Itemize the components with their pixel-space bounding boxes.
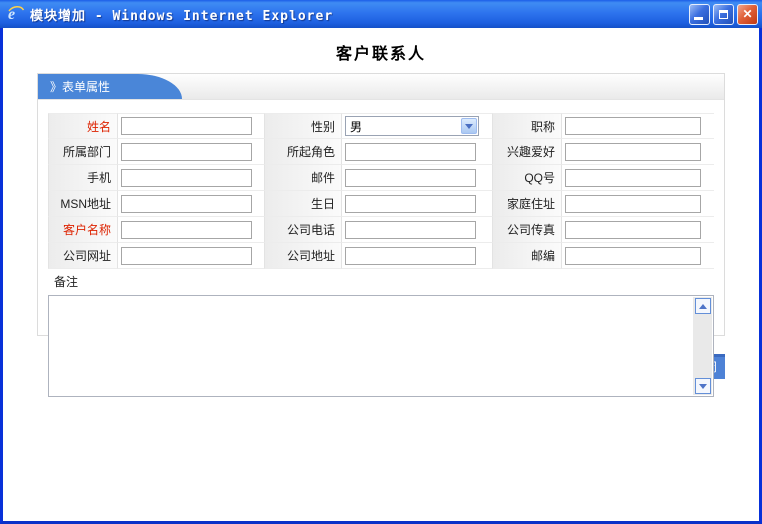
page-content: 客户联系人 》表单属性 姓名 性别 男 <box>3 28 759 521</box>
maximize-button[interactable] <box>713 4 734 25</box>
label-role: 所起角色 <box>264 139 342 165</box>
email-input[interactable] <box>345 169 476 187</box>
field-company-address <box>342 243 492 269</box>
label-company-address: 公司地址 <box>264 243 342 269</box>
company-website-input[interactable] <box>121 247 252 265</box>
minimize-button[interactable] <box>689 4 710 25</box>
field-name <box>118 113 264 139</box>
notes-scrollbar[interactable] <box>693 297 712 395</box>
label-home-address: 家庭住址 <box>492 191 562 217</box>
field-email <box>342 165 492 191</box>
scroll-down-button[interactable] <box>695 378 711 394</box>
label-department: 所属部门 <box>48 139 118 165</box>
field-company-fax <box>562 217 714 243</box>
minimize-icon <box>694 17 703 20</box>
close-icon: ✕ <box>742 8 752 20</box>
label-birthday: 生日 <box>264 191 342 217</box>
name-input[interactable] <box>121 117 252 135</box>
label-company-phone: 公司电话 <box>264 217 342 243</box>
triangle-up-icon <box>699 304 707 309</box>
titlebar[interactable]: e 模块增加 - Windows Internet Explorer ✕ <box>0 0 762 28</box>
label-customer-name: 客户名称 <box>48 217 118 243</box>
tab-form-properties[interactable]: 》表单属性 <box>38 74 136 99</box>
field-hobby <box>562 139 714 165</box>
company-phone-input[interactable] <box>345 221 476 239</box>
gender-select[interactable]: 男 <box>345 116 479 136</box>
field-qq <box>562 165 714 191</box>
company-fax-input[interactable] <box>565 221 701 239</box>
panel-body: 姓名 性别 男 职称 所属部门 所起角色 <box>38 100 724 335</box>
field-job-title <box>562 113 714 139</box>
role-input[interactable] <box>345 143 476 161</box>
field-role <box>342 139 492 165</box>
label-email: 邮件 <box>264 165 342 191</box>
maximize-icon <box>719 10 728 19</box>
field-mobile <box>118 165 264 191</box>
field-department <box>118 139 264 165</box>
ie-logo-icon: e <box>7 5 25 23</box>
postal-code-input[interactable] <box>565 247 701 265</box>
field-gender: 男 <box>342 113 492 139</box>
birthday-input[interactable] <box>345 195 476 213</box>
triangle-down-icon <box>699 384 707 389</box>
customer-name-input[interactable] <box>121 221 252 239</box>
label-company-fax: 公司传真 <box>492 217 562 243</box>
job-title-input[interactable] <box>565 117 701 135</box>
window-controls: ✕ <box>689 4 758 25</box>
label-qq: QQ号 <box>492 165 562 191</box>
hobby-input[interactable] <box>565 143 701 161</box>
page-title: 客户联系人 <box>3 40 759 64</box>
form-panel: 》表单属性 姓名 性别 男 职称 <box>37 73 725 336</box>
label-msn: MSN地址 <box>48 191 118 217</box>
label-postal-code: 邮编 <box>492 243 562 269</box>
ie-window: e 模块增加 - Windows Internet Explorer ✕ 客户联… <box>0 0 762 524</box>
label-name: 姓名 <box>48 113 118 139</box>
field-company-phone <box>342 217 492 243</box>
gender-selected-value: 男 <box>350 118 362 135</box>
field-home-address <box>562 191 714 217</box>
label-mobile: 手机 <box>48 165 118 191</box>
window-title: 模块增加 - Windows Internet Explorer <box>30 5 333 24</box>
mobile-input[interactable] <box>121 169 252 187</box>
qq-input[interactable] <box>565 169 701 187</box>
department-input[interactable] <box>121 143 252 161</box>
field-postal-code <box>562 243 714 269</box>
label-hobby: 兴趣爱好 <box>492 139 562 165</box>
msn-input[interactable] <box>121 195 252 213</box>
field-customer-name <box>118 217 264 243</box>
field-company-website <box>118 243 264 269</box>
notes-textarea[interactable] <box>48 295 714 397</box>
window-close-button[interactable]: ✕ <box>737 4 758 25</box>
label-job-title: 职称 <box>492 113 562 139</box>
label-company-website: 公司网址 <box>48 243 118 269</box>
company-address-input[interactable] <box>345 247 476 265</box>
scroll-up-button[interactable] <box>695 298 711 314</box>
field-birthday <box>342 191 492 217</box>
label-gender: 性别 <box>264 113 342 139</box>
label-notes: 备注 <box>48 269 714 293</box>
tab-bar: 》表单属性 <box>38 74 724 100</box>
field-msn <box>118 191 264 217</box>
chevron-down-icon[interactable] <box>461 118 477 134</box>
home-address-input[interactable] <box>565 195 701 213</box>
form-table: 姓名 性别 男 职称 所属部门 所起角色 <box>48 113 714 321</box>
tab-label: 》表单属性 <box>50 78 110 95</box>
